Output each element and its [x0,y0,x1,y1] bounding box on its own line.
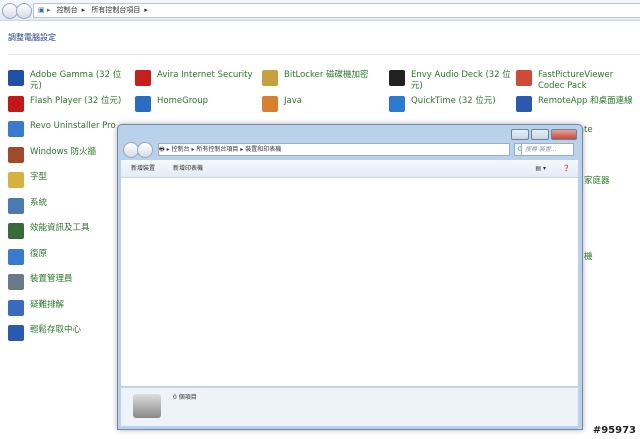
address-bar-area: ▣ ▸ 控制台 ▸ 所有控制台項目 ▸ [0,0,640,21]
item-icon [8,197,24,214]
page-title: 調整電腦設定 [8,33,56,42]
item-label: 家庭器 [584,176,610,186]
control-panel-item[interactable]: FastPictureViewer Codec Pack [516,70,638,92]
item-icon [516,95,532,112]
item-icon [135,95,151,112]
control-panel-item[interactable]: Envy Audio Deck (32 位元) [389,70,511,92]
control-panel-item[interactable]: 系統 [8,197,130,214]
item-icon [262,70,278,86]
add-printer-button[interactable]: 新增印表機 [173,165,203,172]
search-input[interactable]: 搜尋 裝置... [521,143,574,156]
item-label: Windows 防火牆 [30,146,97,157]
item-icon [8,121,24,137]
control-panel-item[interactable]: 效能資訊及工具 [8,223,130,239]
item-label: Java [284,95,302,106]
item-label: 輕鬆存取中心 [30,325,82,335]
control-panel-item[interactable]: Windows 防火牆 [8,146,130,163]
control-panel-item[interactable]: 復原 [8,248,130,265]
content-area [121,178,578,386]
control-panel-item[interactable]: Flash Player (32 位元) [8,95,130,112]
control-panel-item[interactable]: 輕鬆存取中心 [8,325,130,341]
item-icon [8,95,24,112]
item-icon [8,70,24,86]
item-label: 效能資訊及工具 [30,223,90,233]
forward-button[interactable] [137,142,153,158]
item-icon [8,248,24,265]
address-bar[interactable]: ▣ ▸ 控制台 ▸ 所有控制台項目 ▸ [33,3,640,18]
devices-printers-window: 🖶 ▸ 控制台 ▸ 所有控制台項目 ▸ 裝置和印表機 ⟳ 搜尋 裝置... 新增… [117,124,583,430]
control-panel-item[interactable]: HomeGroup [135,95,257,112]
item-icon [8,299,24,316]
control-panel-item[interactable]: RemoteApp 和桌面連線 [516,95,638,112]
devices-icon: 🖶 ▸ [159,146,170,153]
item-icon [8,172,24,188]
forward-button[interactable] [16,3,32,19]
item-icon [8,274,24,290]
view-options-icon[interactable]: ▤ ▾ [535,160,546,177]
item-icon [8,146,24,163]
breadcrumb[interactable]: 所有控制台項目 [196,146,238,153]
item-label: Flash Player (32 位元) [30,95,122,106]
breadcrumb[interactable]: 所有控制台項目 [91,6,140,14]
control-panel-item[interactable]: 裝置管理員 [8,274,130,290]
item-icon [389,95,405,112]
control-panel-item[interactable]: Avira Internet Security [135,70,257,86]
divider [8,54,640,55]
control-panel-icon: ▣ ▸ [38,6,51,14]
item-count: 0 個項目 [173,394,197,401]
toolbar: 新增裝置 新增印表機 ▤ ▾ ❓ [121,160,578,178]
item-icon [8,223,24,239]
item-icon [8,325,24,341]
control-panel-item[interactable]: Java [262,95,384,112]
control-panel-item[interactable]: Adobe Gamma (32 位元) [8,70,130,92]
item-label: QuickTime (32 位元) [411,95,496,106]
item-icon [135,70,151,86]
breadcrumb[interactable]: 控制台 [57,6,78,14]
add-device-button[interactable]: 新增裝置 [131,165,155,172]
control-panel-item[interactable]: Revo Uninstaller Pro [8,121,130,137]
item-icon [389,70,405,86]
address-bar[interactable]: 🖶 ▸ 控制台 ▸ 所有控制台項目 ▸ 裝置和印表機 [158,143,510,156]
item-label: Adobe Gamma (32 位元) [30,70,122,91]
help-icon[interactable]: ❓ [563,160,570,177]
item-icon [262,95,278,112]
item-label: BitLocker 磁碟機加密 [284,70,369,80]
item-label: 系統 [30,197,48,208]
item-label: HomeGroup [157,95,208,106]
item-label: Avira Internet Security [157,70,253,80]
item-partial[interactable]: 機 [584,252,640,263]
control-panel-item[interactable]: BitLocker 磁碟機加密 [262,70,384,86]
breadcrumb[interactable]: 裝置和印表機 [245,146,281,153]
item-label: 復原 [30,248,48,259]
item-label: 裝置管理員 [30,274,73,284]
control-panel-item[interactable]: QuickTime (32 位元) [389,95,511,112]
item-label: Revo Uninstaller Pro [30,121,116,131]
maximize-button[interactable] [531,129,549,140]
control-panel-item[interactable]: 字型 [8,172,130,188]
item-label: RemoteApp 和桌面連線 [538,95,633,106]
item-label: FastPictureViewer Codec Pack [538,70,614,91]
item-partial[interactable]: 家庭器 [584,176,640,187]
minimize-button[interactable] [511,129,529,140]
control-panel-item[interactable]: 疑難排解 [8,299,130,316]
close-button[interactable] [551,129,577,140]
printer-camera-icon [133,394,161,418]
item-label: Envy Audio Deck (32 位元) [411,70,511,91]
item-label: 疑難排解 [30,299,65,310]
status-bar: 0 個項目 [121,387,578,426]
item-icon [516,70,532,86]
item-label: 機 [584,252,593,262]
breadcrumb[interactable]: 控制台 [172,146,190,153]
item-label: 字型 [30,172,48,182]
watermark: #95973 [592,425,636,436]
